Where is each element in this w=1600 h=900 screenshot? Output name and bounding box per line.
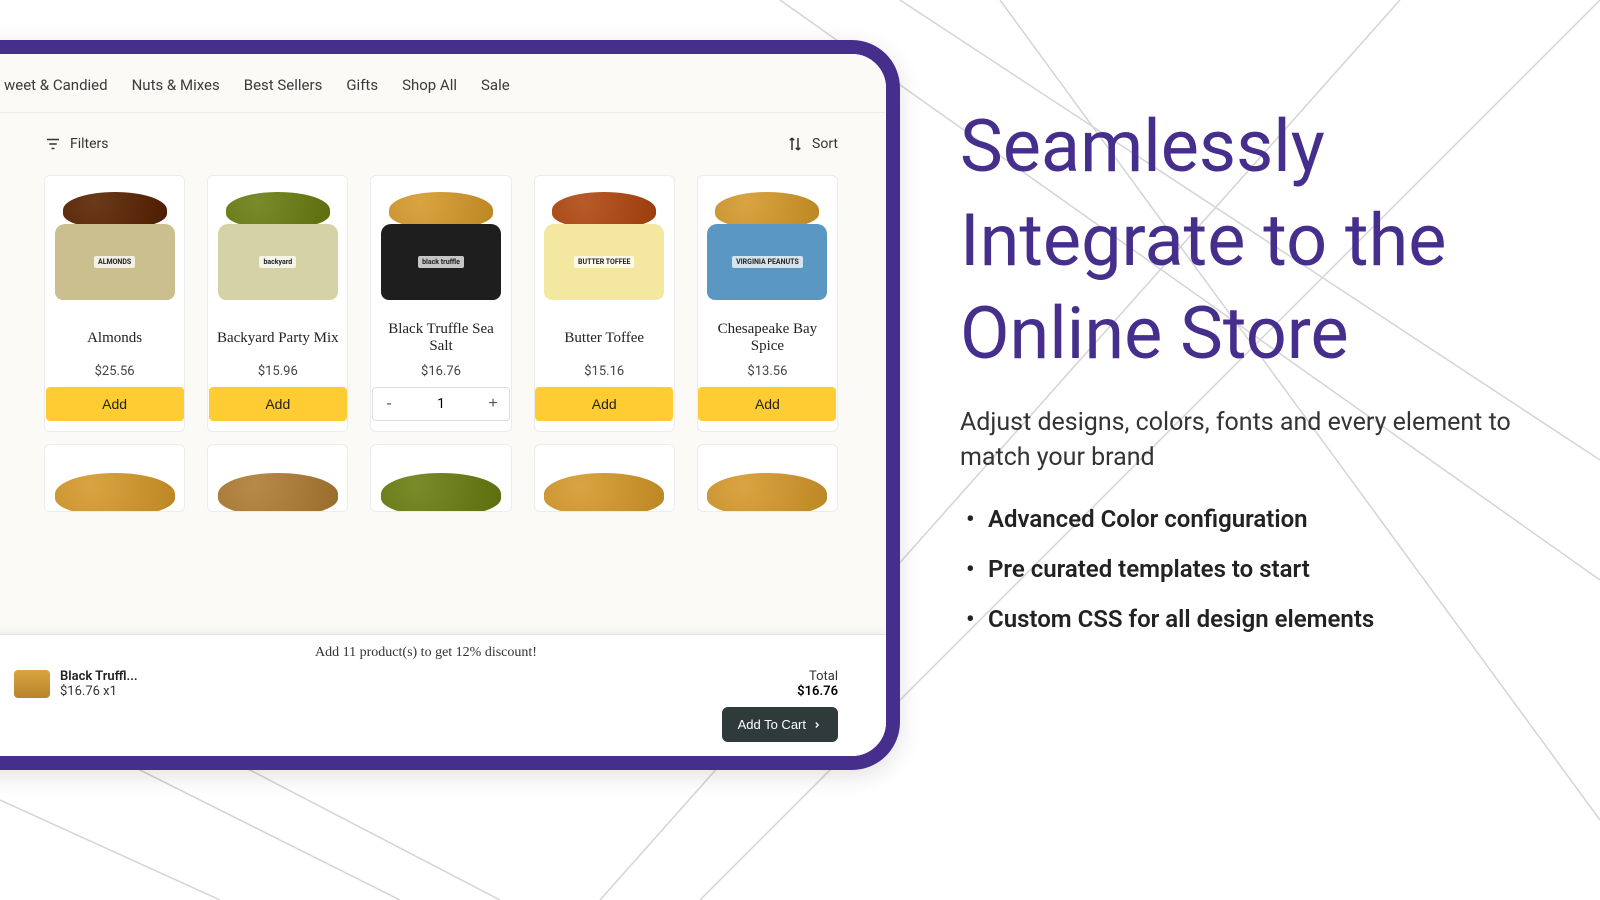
quantity-stepper[interactable]: - 1 + [372,387,510,421]
add-button[interactable]: Add [535,387,673,421]
nav-link[interactable]: Shop All [402,76,457,94]
product-card[interactable] [697,444,838,512]
product-name: Almonds [81,318,148,358]
product-name: Black Truffle Sea Salt [371,318,510,358]
cart-row: Black Truffl... $16.76 x1 Total $16.76 [14,669,838,699]
storefront-screen: weet & Candied Nuts & Mixes Best Sellers… [0,54,886,756]
product-price: $15.96 [258,364,298,379]
cart-total: Total $16.76 [797,669,838,699]
product-price: $25.56 [95,364,135,379]
product-card[interactable]: BUTTER TOFFEE Butter Toffee $15.16 Add [534,175,675,432]
bullet-item: Pre curated templates to start [960,555,1540,583]
bullet-item: Advanced Color configuration [960,505,1540,533]
product-price: $15.16 [584,364,624,379]
product-card[interactable] [207,444,348,512]
sort-label: Sort [812,136,838,152]
nav-link[interactable]: Sale [481,76,510,94]
product-name: Chesapeake Bay Spice [698,318,837,358]
nav-link[interactable]: Gifts [346,76,378,94]
sort-button[interactable]: Sort [786,135,838,153]
chevron-right-icon [812,720,822,730]
product-image: VIRGINIA PEANUTS [697,176,837,304]
qty-increment-button[interactable]: + [477,388,509,420]
nav-link[interactable]: Nuts & Mixes [132,76,220,94]
product-card[interactable]: black truffle Black Truffle Sea Salt $16.7… [370,175,511,432]
add-to-cart-label: Add To Cart [738,717,806,732]
nav-link[interactable]: weet & Candied [4,76,108,94]
cart-item-info: Black Truffl... $16.76 x1 [60,669,138,699]
bullet-list: Advanced Color configuration Pre curated… [960,505,1540,633]
subheadline: Adjust designs, colors, fonts and every … [960,405,1540,475]
product-card[interactable] [370,444,511,512]
product-card[interactable]: VIRGINIA PEANUTS Chesapeake Bay Spice $13.… [697,175,838,432]
add-to-cart-button[interactable]: Add To Cart [722,707,838,742]
product-image: black truffle [371,176,511,304]
filters-label: Filters [70,136,109,152]
cart-item-name: Black Truffl... [60,669,138,684]
product-price: $16.76 [421,364,461,379]
product-image: ALMONDS [45,176,185,304]
cart-total-value: $16.76 [797,684,838,699]
add-button[interactable]: Add [46,387,184,421]
add-button[interactable]: Add [698,387,836,421]
product-grid-row2 [0,432,886,512]
product-card[interactable] [534,444,675,512]
product-card[interactable]: backyard Backyard Party Mix $15.96 Add [207,175,348,432]
product-name: Butter Toffee [558,318,650,358]
cart-total-label: Total [797,669,838,684]
product-name: Backyard Party Mix [211,318,345,358]
cart-item-thumb [14,670,50,698]
discount-message: Add 11 product(s) to get 12% discount! [14,635,838,669]
cart-strip: Add 11 product(s) to get 12% discount! B… [0,634,886,756]
filter-icon [44,135,62,153]
product-grid: ALMONDS Almonds $25.56 Add backyard Backyard … [0,167,886,432]
filters-button[interactable]: Filters [44,135,109,153]
product-image: backyard [208,176,348,304]
headline: Seamlessly Integrate to the Online Store [960,100,1540,381]
bullet-item: Custom CSS for all design elements [960,605,1540,633]
add-button[interactable]: Add [209,387,347,421]
device-frame: weet & Candied Nuts & Mixes Best Sellers… [0,40,900,770]
product-price: $13.56 [747,364,787,379]
cart-item-line: $16.76 x1 [60,684,138,699]
marketing-panel: Seamlessly Integrate to the Online Store… [960,100,1540,655]
sort-icon [786,135,804,153]
qty-value: 1 [437,396,445,412]
nav-link[interactable]: Best Sellers [244,76,323,94]
product-image: BUTTER TOFFEE [534,176,674,304]
top-nav: weet & Candied Nuts & Mixes Best Sellers… [0,54,886,113]
product-card[interactable]: ALMONDS Almonds $25.56 Add [44,175,185,432]
product-card[interactable] [44,444,185,512]
qty-decrement-button[interactable]: - [373,388,405,420]
toolbar: Filters Sort [0,113,886,167]
